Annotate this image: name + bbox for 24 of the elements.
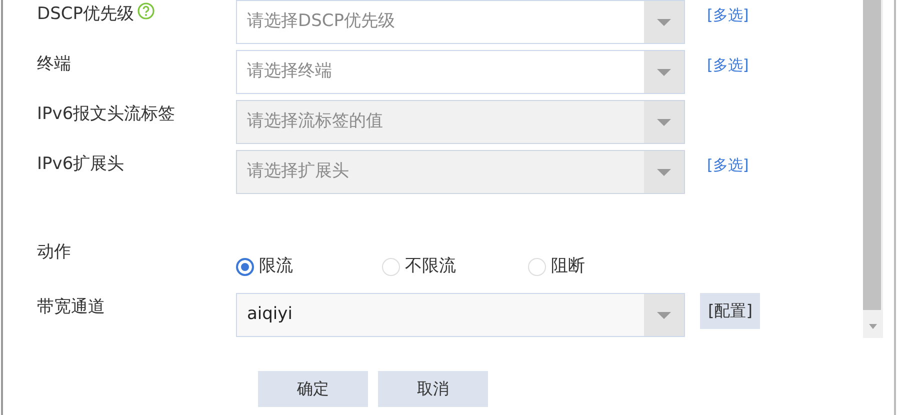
select-field[interactable]: 请选择终端: [236, 50, 685, 94]
radio-label[interactable]: 不限流: [405, 254, 456, 280]
multi-select-link[interactable]: [多选]: [707, 54, 749, 76]
field-label: DSCP优先级: [37, 3, 134, 26]
help-icon[interactable]: [137, 2, 156, 20]
field-label: 动作: [37, 241, 71, 264]
field-label: IPv6报文头流标签: [37, 103, 176, 126]
select-field[interactable]: aiqiyi: [236, 293, 685, 337]
dropdown-arrow-icon[interactable]: [656, 17, 672, 27]
field-label: 带宽通道: [37, 296, 105, 319]
confirm-button[interactable]: 确定: [258, 371, 368, 407]
radio-label[interactable]: 限流: [259, 254, 293, 280]
dropdown-arrow-icon[interactable]: [656, 67, 672, 77]
dropdown-arrow-icon[interactable]: [656, 310, 672, 320]
scrollbar-thumb[interactable]: [863, 0, 881, 310]
select-field[interactable]: 请选择DSCP优先级: [236, 0, 685, 44]
field-label: IPv6扩展头: [37, 153, 124, 176]
radio-button[interactable]: [236, 258, 254, 276]
scrollbar[interactable]: [863, 0, 883, 338]
radio-label[interactable]: 阻断: [551, 254, 585, 280]
config-button[interactable]: [配置]: [700, 293, 760, 329]
multi-select-link[interactable]: [多选]: [707, 4, 749, 26]
field-label: 终端: [37, 53, 71, 76]
cancel-button[interactable]: 取消: [378, 371, 488, 407]
